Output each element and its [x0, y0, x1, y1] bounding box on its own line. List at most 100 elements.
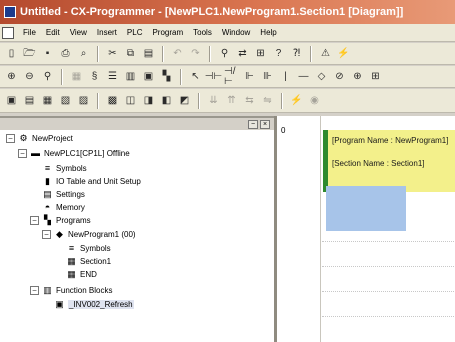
zoom-button[interactable]: ⚲ — [40, 69, 55, 84]
tree-item-newprogram1-00[interactable]: − ◆ NewProgram1 (00) — [42, 228, 136, 240]
print-preview-button[interactable]: ⌕ — [76, 46, 91, 61]
symbols-button[interactable]: ◧ — [159, 93, 174, 108]
collapse-toggle[interactable]: − — [6, 133, 15, 143]
menu-program[interactable]: Program — [147, 28, 188, 37]
mode-button[interactable]: ◉ — [307, 93, 322, 108]
undo-button[interactable]: ↶ — [170, 46, 185, 61]
transfer-button[interactable]: ⇆ — [242, 93, 257, 108]
table-button[interactable]: ▥ — [123, 69, 138, 84]
menu-file[interactable]: File — [18, 28, 41, 37]
output-window-button[interactable]: ▤ — [22, 93, 37, 108]
tree-item-settings[interactable]: ▤ Settings — [30, 188, 85, 200]
monitor-icon: ▣ — [143, 70, 154, 82]
tree-item-section1[interactable]: ▦ Section1 — [54, 255, 111, 267]
tree-item-io-table-and-unit-setup[interactable]: ▮ IO Table and Unit Setup — [30, 175, 141, 187]
find-button[interactable]: ⚲ — [217, 46, 232, 61]
compile-button[interactable]: ⇊ — [206, 93, 221, 108]
open-button[interactable]: 🗁 — [22, 46, 37, 61]
compare-button[interactable]: ⇋ — [260, 93, 275, 108]
tree-item-function-blocks[interactable]: − ▥ Function Blocks — [30, 284, 112, 296]
ladder-diagram[interactable]: 0 [Program Name : NewProgram1] [Section … — [274, 116, 455, 342]
compile-all-button[interactable]: ⇈ — [224, 93, 239, 108]
coil-button[interactable]: ◇ — [314, 69, 329, 84]
table-icon: ▥ — [125, 70, 136, 82]
coil-nc-button[interactable]: ⊘ — [332, 69, 347, 84]
redo-button[interactable]: ↷ — [188, 46, 203, 61]
collapse-toggle[interactable]: − — [30, 285, 39, 295]
work-online-button[interactable]: ⚡ — [289, 93, 304, 108]
tree-item-symbols[interactable]: ≡ Symbols — [30, 162, 87, 174]
program-button[interactable]: ▚ — [159, 69, 174, 84]
compare-icon: ⇋ — [263, 94, 272, 106]
menu-window[interactable]: Window — [217, 28, 255, 37]
cut-button[interactable]: ✂ — [105, 46, 120, 61]
list-button[interactable]: ☰ — [105, 69, 120, 84]
tree-item-end[interactable]: ▦ END — [54, 268, 97, 280]
replace-button[interactable]: ⇄ — [235, 46, 250, 61]
close-pane-button[interactable]: × — [260, 119, 270, 129]
horizontal-line-icon: — — [298, 70, 309, 82]
zoom-out-button[interactable]: ⊖ — [22, 69, 37, 84]
tree-item-programs[interactable]: − ▚ Programs — [30, 214, 91, 226]
cross-reference-icon: ⊞ — [256, 47, 265, 59]
project-workspace-button[interactable]: ▣ — [4, 93, 19, 108]
io-table-button[interactable]: ◩ — [177, 93, 192, 108]
cross-ref-report-button[interactable]: ▩ — [105, 93, 120, 108]
select-button[interactable]: ↖ — [188, 69, 203, 84]
help-button[interactable]: ? — [271, 46, 286, 61]
program-comment-block[interactable]: [Program Name : NewProgram1] [Section Na… — [323, 130, 455, 192]
cross-reference-button[interactable]: ⊞ — [253, 46, 268, 61]
online-button[interactable]: ⚡ — [336, 46, 351, 61]
symbols-toggle-button[interactable]: § — [87, 69, 102, 84]
function-block-button[interactable]: ⊞ — [368, 69, 383, 84]
properties-button[interactable]: ▨ — [76, 93, 91, 108]
tree-item-inv002-refresh[interactable]: ▣ _INV002_Refresh — [42, 298, 134, 310]
contact-or-nc-button[interactable]: ⊪ — [260, 69, 275, 84]
tree-item-newplc1-cp1l-offline[interactable]: − ▬ NewPLC1[CP1L] Offline — [18, 147, 130, 159]
menu-view[interactable]: View — [65, 28, 92, 37]
menu-tools[interactable]: Tools — [188, 28, 217, 37]
warning-icon: ⚠ — [321, 47, 330, 59]
grid-button[interactable]: ▦ — [69, 69, 84, 84]
paste-button[interactable]: ▤ — [141, 46, 156, 61]
contact-no-button[interactable]: ⊣⊢ — [205, 69, 222, 84]
instruction-icon: ⊕ — [353, 70, 362, 82]
address-reference-button[interactable]: ▧ — [58, 93, 73, 108]
tree-item-memory[interactable]: ◓ Memory — [30, 201, 85, 213]
menu-bar: File Edit View Insert PLC Program Tools … — [0, 24, 455, 42]
contact-nc-button[interactable]: ⊣/⊢ — [224, 66, 239, 86]
print-button[interactable]: ⎙ — [58, 46, 73, 61]
watch-window-button[interactable]: ▦ — [40, 93, 55, 108]
contact-or-button[interactable]: ⊩ — [242, 69, 257, 84]
collapse-toggle[interactable]: − — [42, 229, 51, 239]
monitor-button[interactable]: ▣ — [141, 69, 156, 84]
view-toolbar: ▣ ▤ ▦ ▧ ▨ ▩ ◫ ◨ ◧ ◩ ⇊ ⇈ ⇆ ⇋ ⚡ ◉ — [0, 89, 455, 113]
minimize-pane-button[interactable]: − — [248, 119, 258, 129]
memory-icon: ◫ — [125, 94, 136, 106]
coil-icon: ◇ — [317, 70, 326, 82]
collapse-toggle[interactable]: − — [18, 148, 27, 158]
menu-help[interactable]: Help — [255, 28, 281, 37]
warning-button[interactable]: ⚠ — [318, 46, 333, 61]
diagram-cursor[interactable] — [326, 186, 406, 231]
tree-item-symbols[interactable]: ≡ Symbols — [54, 242, 111, 254]
horizontal-line-button[interactable]: — — [296, 69, 311, 84]
io-comment-button[interactable]: ◨ — [141, 93, 156, 108]
instruction-button[interactable]: ⊕ — [350, 69, 365, 84]
copy-button[interactable]: ⧉ — [123, 46, 138, 61]
whats-this-button[interactable]: ⁈ — [289, 46, 304, 61]
menu-plc[interactable]: PLC — [122, 28, 148, 37]
document-icon[interactable] — [2, 26, 14, 39]
collapse-toggle[interactable]: − — [30, 215, 39, 225]
new-button[interactable]: ▯ — [4, 46, 19, 61]
menu-insert[interactable]: Insert — [92, 28, 122, 37]
tree-item-newproject[interactable]: − ⚙ NewProject — [6, 132, 73, 144]
vertical-line-button[interactable]: | — [278, 69, 293, 84]
menu-edit[interactable]: Edit — [41, 28, 65, 37]
toolbar-separator — [198, 92, 200, 109]
whats-this-icon: ⁈ — [292, 47, 301, 59]
save-button[interactable]: ▪ — [40, 46, 55, 61]
memory-button[interactable]: ◫ — [123, 93, 138, 108]
print-icon: ⎙ — [61, 47, 70, 59]
zoom-in-button[interactable]: ⊕ — [4, 69, 19, 84]
